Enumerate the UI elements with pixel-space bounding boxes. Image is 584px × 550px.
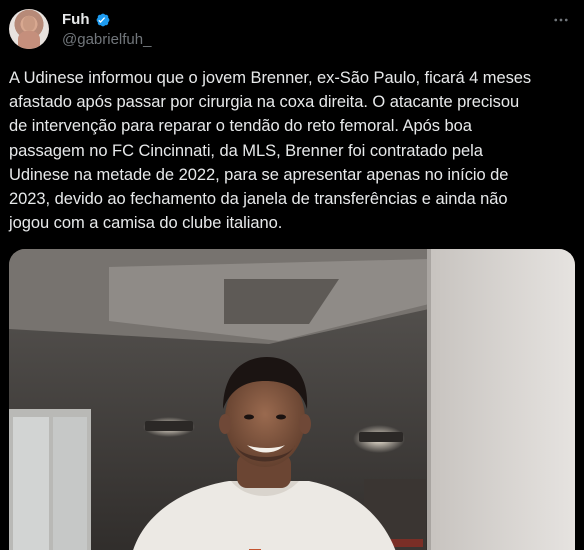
tweet-photo[interactable] <box>9 249 575 550</box>
photo-image <box>9 249 575 550</box>
author-display-name[interactable]: Fuh <box>62 10 90 30</box>
verified-badge-icon <box>96 13 109 27</box>
author-name-row: Fuh <box>62 10 112 30</box>
more-options-icon <box>554 18 568 22</box>
author-handle[interactable]: @gabrielfuh_ <box>62 30 151 50</box>
tweet-text-line: de intervenção para reparar o tendão do … <box>9 117 472 136</box>
tweet-text-line: passagem no FC Cincinnati, da MLS, Brenn… <box>9 141 483 160</box>
tweet-text-line: afastado após passar por cirurgia na cox… <box>9 93 520 112</box>
tweet-text-line: Udinese na metade de 2022, para se apres… <box>9 165 509 184</box>
tweet-text-line: jogou com a camisa do clube italiano. <box>9 214 283 233</box>
avatar-body <box>18 31 40 49</box>
tweet-text-line: A Udinese informou que o jovem Brenner, … <box>9 69 532 87</box>
avatar-face <box>23 16 35 31</box>
more-options-button[interactable] <box>548 9 574 31</box>
author-avatar[interactable] <box>9 9 49 49</box>
tweet[interactable]: Fuh @gabrielfuh_ A Udinese informou que … <box>0 0 584 550</box>
tweet-text-line: 2023, devido ao fechamento da janela de … <box>9 190 508 209</box>
tweet-text: A Udinese informou que o jovem Brenner, … <box>9 66 575 235</box>
